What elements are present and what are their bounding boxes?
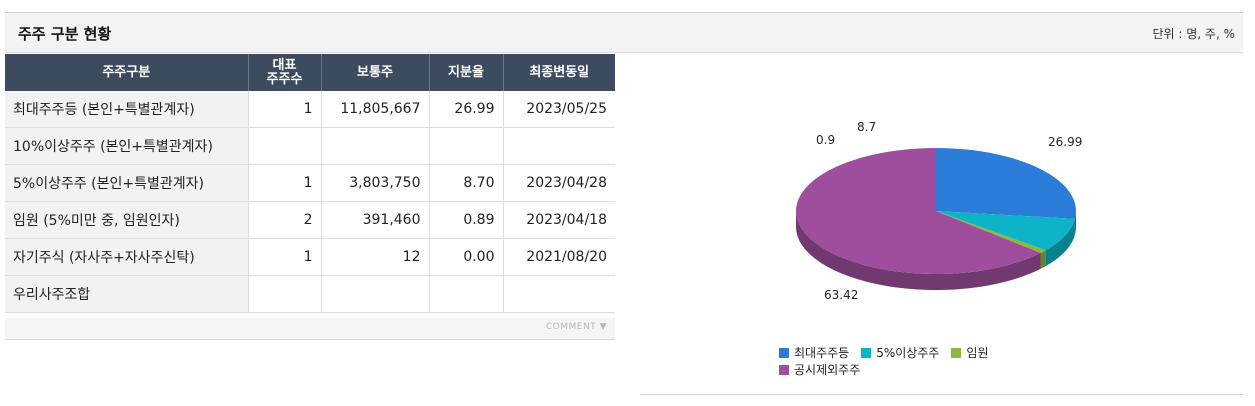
col-header-date: 최종변동일 [503,54,615,91]
cell-common: 3,803,750 [321,164,430,202]
legend-item[interactable]: 임원 [951,344,989,361]
legend-label: 5%이상주주 [876,346,940,360]
cell-count: 1 [248,91,322,128]
cell-common: 12 [321,238,430,276]
section-title: 주주 구분 현황 [18,25,112,43]
table-header-row: 주주구분 대표 주주수 보통주 지분율 최종변동일 [5,54,615,91]
cell-common: 391,460 [321,201,430,239]
cell-type: 자기주식 (자사주+자사주신탁) [5,238,249,276]
cell-ratio [429,127,504,165]
legend-row: 공시제외주주 [779,361,1001,378]
pie-slice[interactable] [936,148,1076,219]
cell-common: 11,805,667 [321,91,430,128]
col-header-type: 주주구분 [5,54,249,91]
pie-data-label: 8.7 [857,120,876,134]
col-header-count: 대표 주주수 [248,54,322,91]
legend-item[interactable]: 5%이상주주 [861,344,939,361]
pie-data-label: 26.99 [1048,135,1082,149]
cell-ratio [429,275,504,313]
cell-type: 10%이상주주 (본인+특별관계자) [5,127,249,165]
legend-label: 공시제외주주 [794,363,861,377]
legend-label: 임원 [966,346,989,360]
cell-ratio: 0.00 [429,238,504,276]
cell-type: 최대주주등 (본인+특별관계자) [5,91,249,128]
cell-type: 우리사주조합 [5,275,249,313]
cell-date [503,127,615,165]
col-header-ratio: 지분율 [429,54,504,91]
table-row: 자기주식 (자사주+자사주신탁) 1 12 0.00 2021/08/20 [5,238,615,276]
legend-item[interactable]: 공시제외주주 [779,361,860,378]
table-row: 임원 (5%미만 중, 임원인자) 2 391,460 0.89 2023/04/18 [5,201,615,239]
unit-text: 단위 : 명, 주, % [1152,27,1236,41]
cell-ratio: 26.99 [429,91,504,128]
cell-ratio: 8.70 [429,164,504,202]
cell-type: 임원 (5%미만 중, 임원인자) [5,201,249,239]
comment-bar: COMMENT ▼ [5,318,615,340]
cell-date [503,275,615,313]
cell-common [321,275,430,313]
cell-date: 2021/08/20 [503,238,615,276]
comment-toggle[interactable]: COMMENT ▼ [546,322,607,332]
legend-swatch [779,365,789,375]
cell-count: 1 [248,238,322,276]
cell-count: 1 [248,164,322,202]
cell-ratio: 0.89 [429,201,504,239]
legend-swatch [779,348,789,358]
cell-count [248,127,322,165]
legend-label: 최대주주등 [794,346,850,360]
cell-count: 2 [248,201,322,239]
legend-item[interactable]: 최대주주등 [779,344,849,361]
chart-legend: 최대주주등 5%이상주주 임원공시제외주주 [779,344,1001,378]
shareholder-table: 주주구분 대표 주주수 보통주 지분율 최종변동일 최대주주등 (본인+특별관계자… [5,54,615,313]
cell-date: 2023/04/28 [503,164,615,202]
legend-swatch [861,348,872,358]
table-row: 우리사주조합 [5,275,615,313]
cell-count [248,275,322,313]
cell-date: 2023/04/18 [503,201,615,239]
pie-slice-side [1040,250,1046,269]
table-row: 5%이상주주 (본인+특별관계자) 1 3,803,750 8.70 2023/04/2… [5,164,615,202]
pie-data-label: 63.42 [824,288,858,302]
legend-swatch [951,348,962,358]
table-row: 최대주주등 (본인+특별관계자) 1 11,805,667 26.99 2023/05/… [5,91,615,128]
pie-data-label: 0.9 [816,133,835,147]
section-header: 주주 구분 현황 단위 : 명, 주, % [5,13,1243,53]
legend-row: 최대주주등 5%이상주주 임원 [779,344,1001,361]
cell-common [321,127,430,165]
table-row: 10%이상주주 (본인+특별관계자) [5,127,615,165]
cell-type: 5%이상주주 (본인+특별관계자) [5,164,249,202]
col-header-common: 보통주 [321,54,430,91]
bottom-divider [640,394,1243,395]
cell-date: 2023/05/25 [503,91,615,128]
